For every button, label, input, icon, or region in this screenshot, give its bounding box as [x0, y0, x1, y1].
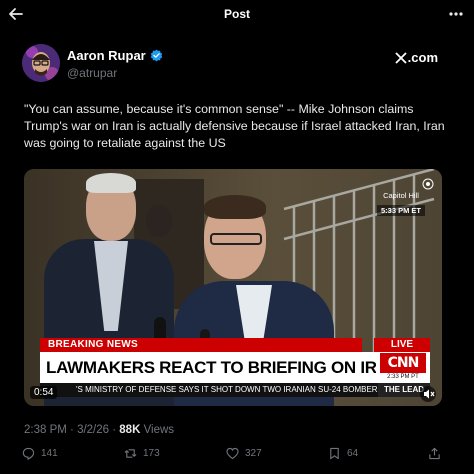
post-time[interactable]: 2:38 PM [24, 424, 67, 436]
x-logo-icon [395, 51, 407, 64]
location-bug: Capitol Hill 5:33 PM ET [372, 183, 430, 218]
like-button[interactable]: 327 [226, 447, 262, 460]
repost-button[interactable]: 173 [124, 447, 160, 460]
source-domain: .com [407, 50, 438, 65]
ticker-text: 'S MINISTRY OF DEFENSE SAYS IT SHOT DOWN… [76, 385, 378, 394]
author-name[interactable]: Aaron Rupar [67, 48, 146, 63]
top-bar: Post [0, 0, 474, 30]
source-label: .com [395, 50, 438, 65]
meta-separator: · [109, 424, 120, 436]
video-duration: 0:54 [30, 386, 58, 399]
bookmark-count: 64 [347, 448, 359, 459]
location-name: Capitol Hill [383, 191, 419, 200]
network-time: 2:33 PM PT [387, 374, 419, 380]
like-count: 327 [245, 448, 262, 459]
location-time: 5:33 PM ET [376, 205, 425, 216]
bookmark-icon [330, 447, 339, 460]
bookmark-button[interactable]: 64 [328, 447, 358, 460]
share-button[interactable] [428, 447, 441, 460]
author-row: Aaron Rupar @atrupar .com [22, 44, 444, 84]
mute-icon[interactable] [420, 386, 436, 402]
share-icon [429, 447, 440, 460]
post-meta: 2:38 PM · 3/2/26 · 88K Views [24, 424, 174, 436]
chyron: BREAKING NEWS LIVE LAWMAKERS REACT TO BR… [24, 338, 442, 406]
views-label: Views [140, 424, 175, 436]
tweet-text: "You can assume, because it's common sen… [24, 102, 445, 150]
views-count: 88K [119, 424, 141, 436]
chyron-headline: LAWMAKERS REACT TO BRIEFING ON IRAN WAR [40, 352, 376, 383]
breaking-news-label: BREAKING NEWS [40, 338, 362, 352]
reply-button[interactable]: 141 [22, 447, 58, 460]
avatar[interactable] [22, 44, 60, 82]
meta-separator: · [66, 424, 78, 436]
reply-icon [22, 447, 35, 460]
video-player[interactable]: Capitol Hill 5:33 PM ET BREAKING NEWS LI… [24, 169, 442, 406]
more-options-icon[interactable] [446, 4, 466, 24]
heart-icon [226, 447, 239, 460]
news-ticker: 'S MINISTRY OF DEFENSE SAYS IT SHOT DOWN… [40, 383, 430, 397]
repost-icon [124, 449, 137, 458]
verified-badge-icon [150, 49, 163, 62]
network-logo: CNN 2:33 PM PT [376, 352, 430, 383]
page-title: Post [223, 7, 250, 21]
reply-count: 141 [41, 448, 58, 459]
post-date[interactable]: 3/2/26 [77, 424, 109, 436]
repost-count: 173 [143, 448, 160, 459]
author-handle[interactable]: @atrupar [67, 66, 117, 80]
cnn-logo-text: CNN [380, 353, 426, 373]
live-badge: LIVE [374, 338, 430, 352]
action-bar: 141 173 327 64 [22, 447, 450, 465]
